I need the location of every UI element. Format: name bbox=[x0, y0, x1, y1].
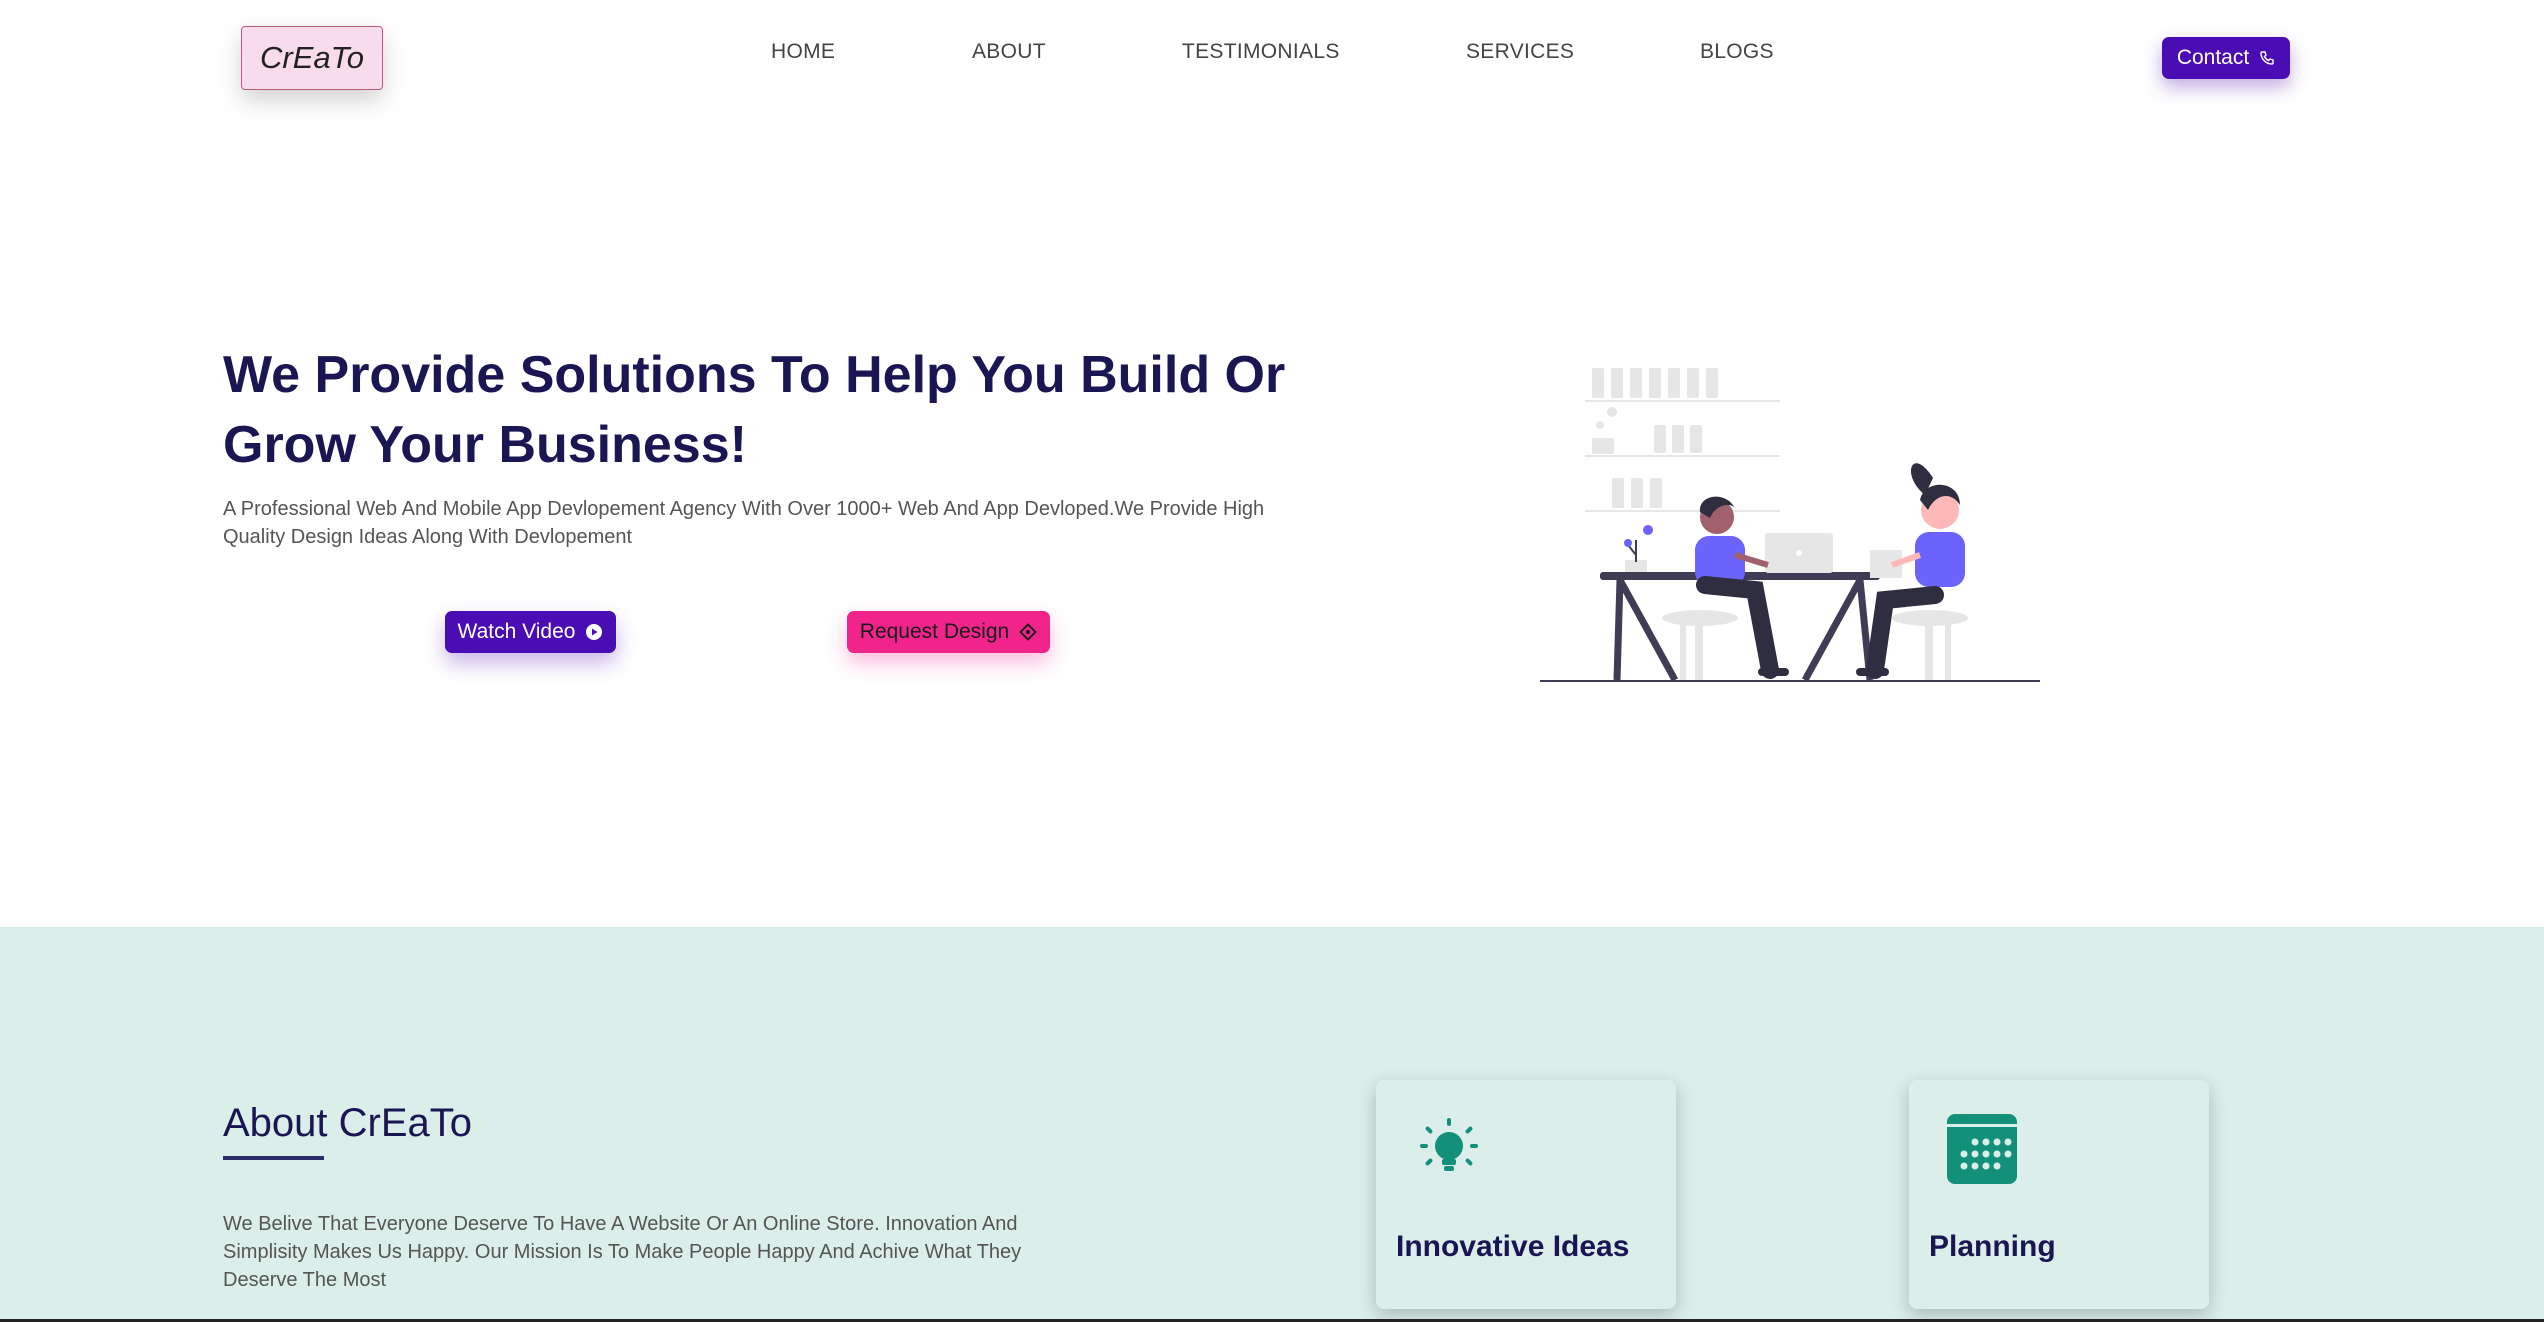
hero-title: We Provide Solutions To Help You Build O… bbox=[223, 346, 1286, 474]
feature-card-planning[interactable]: Planning bbox=[1909, 1080, 2209, 1309]
card-title: Innovative Ideas bbox=[1396, 1230, 1630, 1263]
about-title: About CrEaTo bbox=[223, 1101, 473, 1145]
calendar-icon bbox=[1947, 1114, 2017, 1184]
play-circle-icon bbox=[586, 624, 603, 640]
nav-testimonials[interactable]: TESTIMONIALS bbox=[1182, 40, 1340, 64]
nav-about[interactable]: ABOUT bbox=[972, 40, 1046, 64]
request-design-button[interactable]: Request Design bbox=[847, 611, 1050, 653]
design-diamond-icon bbox=[1019, 623, 1037, 641]
feature-card-innovative-ideas[interactable]: Innovative Ideas bbox=[1376, 1080, 1676, 1309]
brand-logo[interactable]: CrEaTo bbox=[241, 26, 383, 90]
request-design-label: Request Design bbox=[859, 620, 1010, 643]
nav-home[interactable]: HOME bbox=[771, 40, 835, 64]
watch-video-button[interactable]: Watch Video bbox=[445, 611, 616, 653]
contact-button[interactable]: Contact bbox=[2162, 37, 2290, 79]
hero-subtitle: A Professional Web And Mobile App Devlop… bbox=[223, 498, 1265, 548]
top-navbar: CrEaTo HOME ABOUT TESTIMONIALS SERVICES … bbox=[0, 0, 2544, 115]
watch-video-label: Watch Video bbox=[457, 620, 576, 643]
lightbulb-icon bbox=[1420, 1118, 1478, 1171]
contact-label: Contact bbox=[2176, 46, 2250, 69]
card-title: Planning bbox=[1929, 1230, 2056, 1263]
team-at-desk-illustration bbox=[1540, 368, 2040, 682]
about-text: We Belive That Everyone Deserve To Have … bbox=[223, 1213, 1022, 1291]
nav-blogs[interactable]: BLOGS bbox=[1700, 40, 1774, 64]
about-title-underline bbox=[223, 1156, 324, 1160]
nav-services[interactable]: SERVICES bbox=[1466, 40, 1574, 64]
phone-icon bbox=[2260, 51, 2274, 65]
